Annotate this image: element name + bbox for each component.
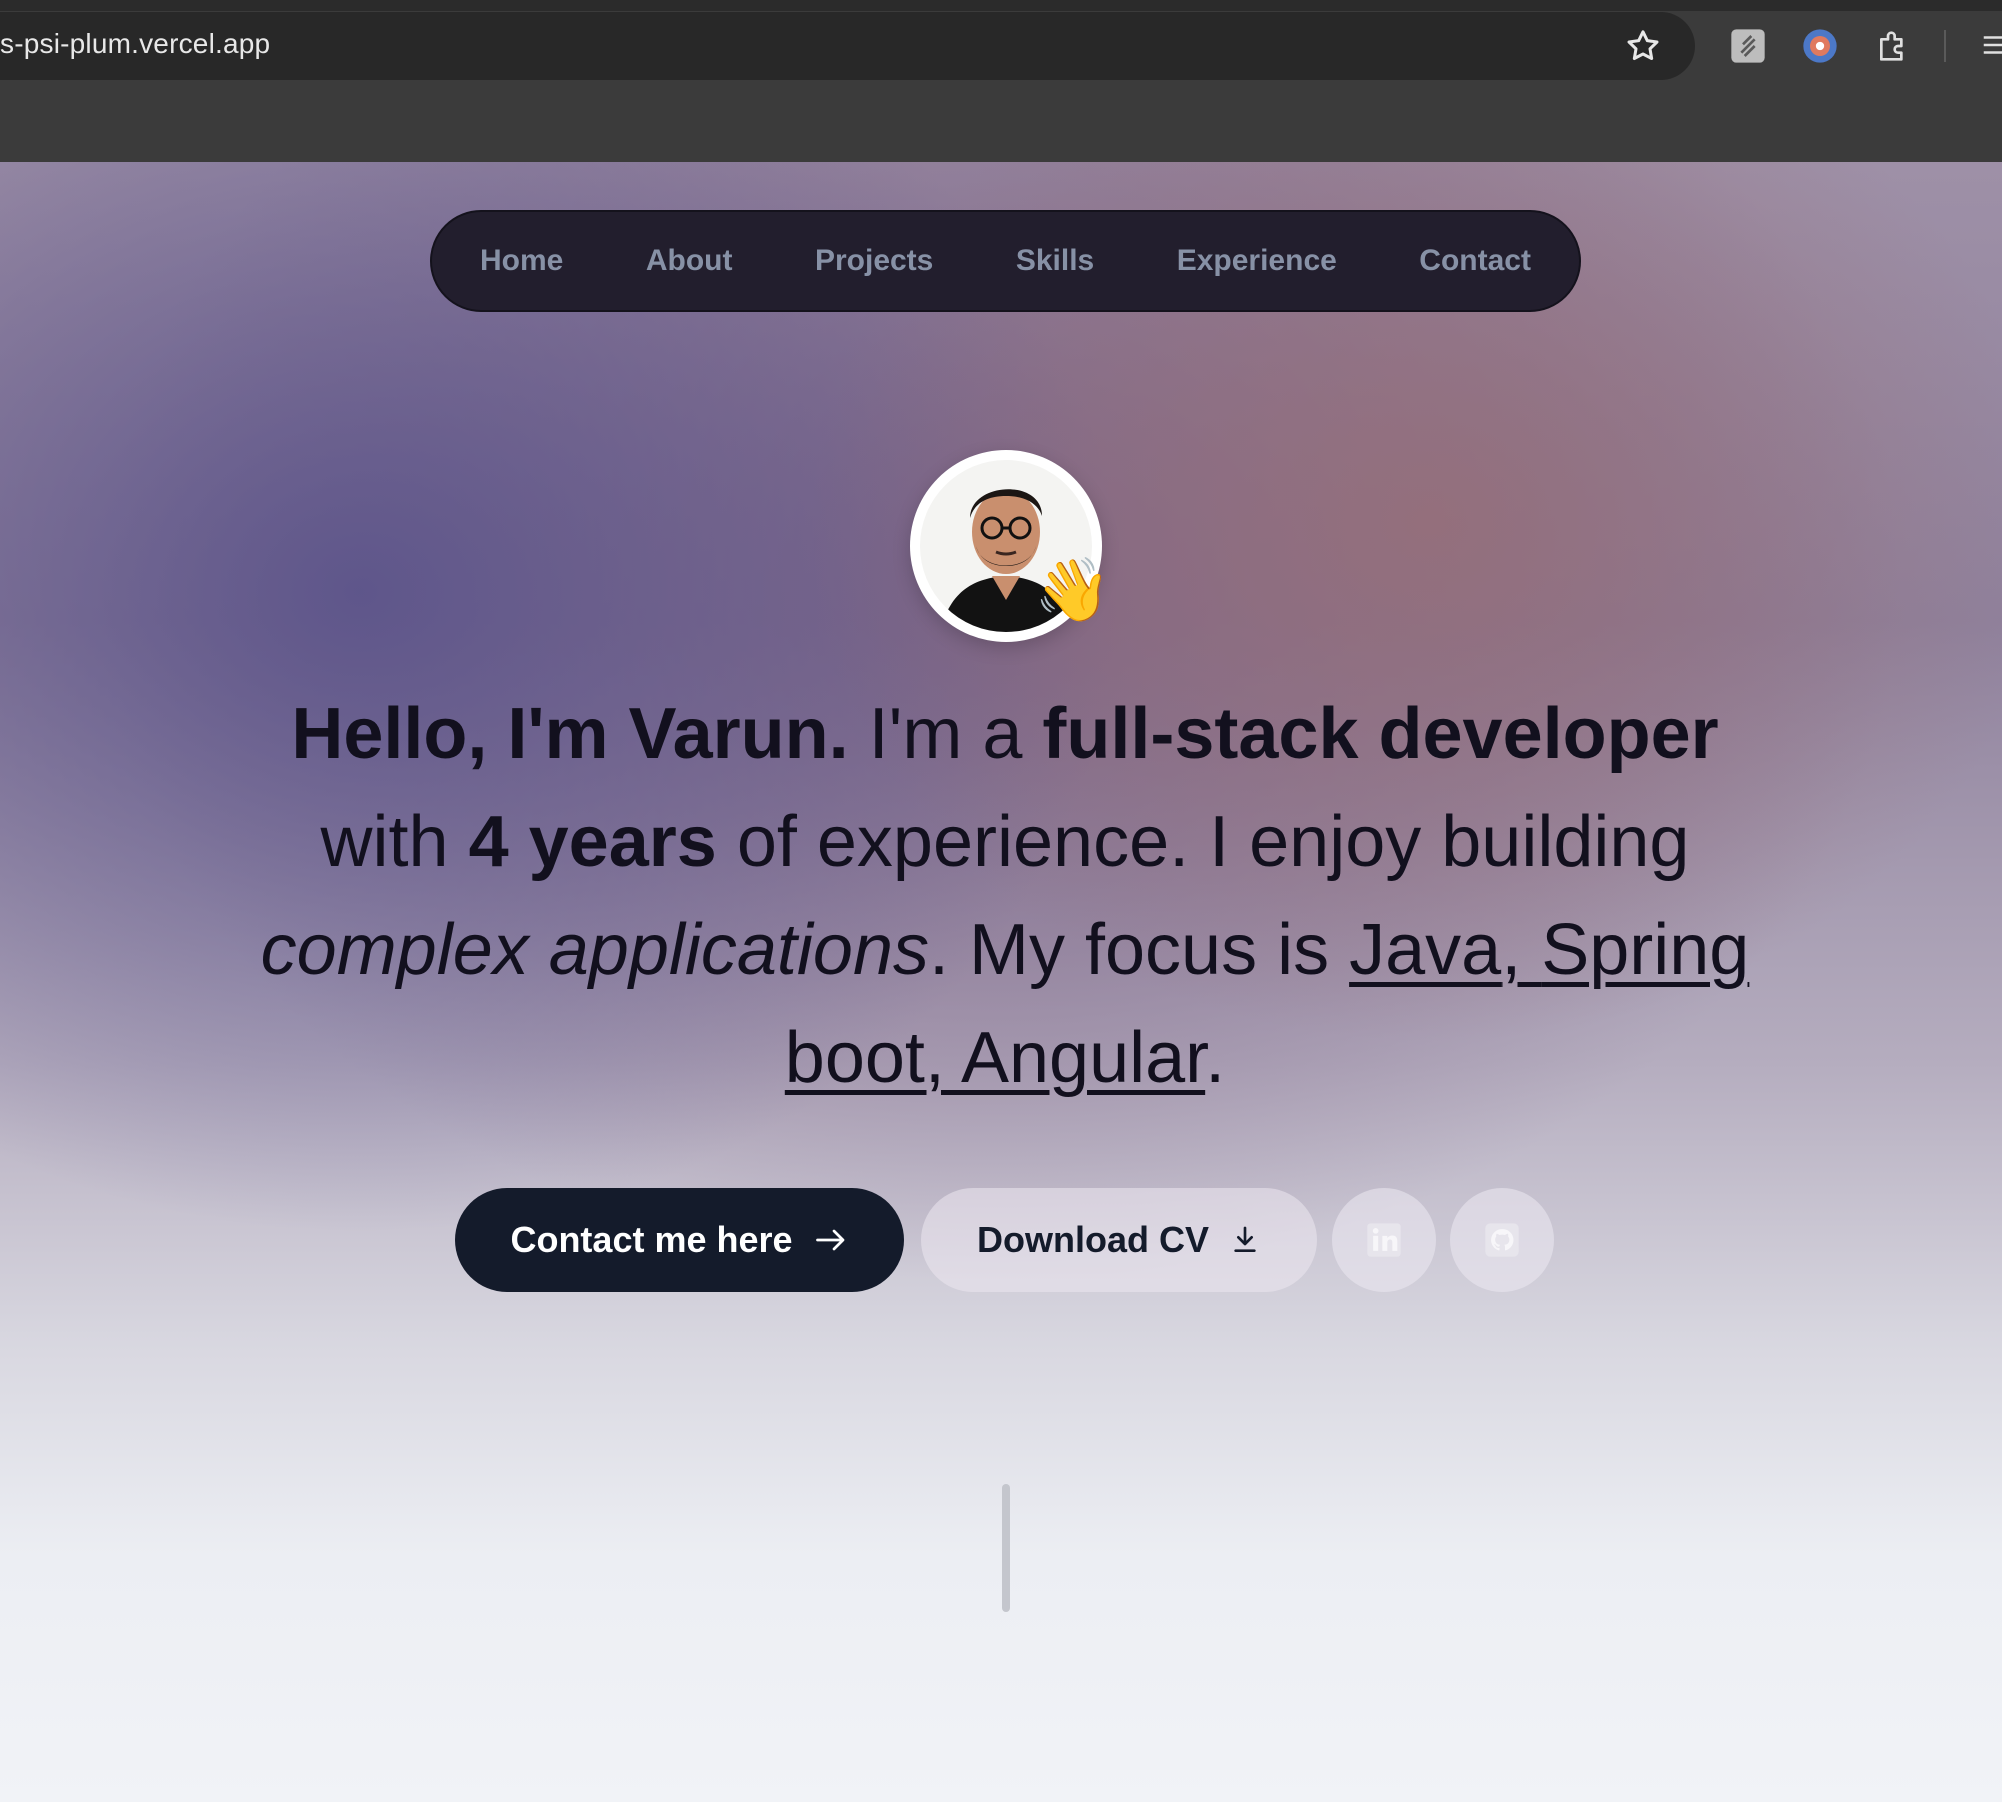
- years: 4 years: [468, 802, 717, 882]
- contact-me-button[interactable]: Contact me here: [455, 1188, 904, 1292]
- puzzle-icon[interactable]: [1873, 26, 1913, 66]
- role: full-stack developer: [1042, 694, 1719, 774]
- browser-chrome: s-psi-plum.vercel.app: [0, 0, 2002, 162]
- tech-java: Java: [1349, 910, 1502, 990]
- extension-color-icon[interactable]: [1800, 26, 1840, 66]
- intro-text-5: ,: [1501, 910, 1542, 990]
- tab-strip: [0, 0, 2002, 11]
- toolbar-divider: [1944, 30, 1946, 62]
- intro-text-2: with: [320, 802, 469, 882]
- star-icon[interactable]: [1623, 26, 1663, 66]
- contact-me-label: Contact me here: [510, 1219, 793, 1260]
- intro-text-1: I'm a: [848, 694, 1043, 774]
- intro-heading: Hello, I'm Varun. I'm a full-stack devel…: [220, 680, 1790, 1112]
- url-text[interactable]: s-psi-plum.vercel.app: [0, 28, 270, 60]
- nav-projects[interactable]: Projects: [815, 244, 933, 278]
- download-icon: [1234, 1226, 1256, 1252]
- address-bar[interactable]: s-psi-plum.vercel.app: [0, 12, 1695, 80]
- linkedin-button[interactable]: [1332, 1188, 1436, 1292]
- hero-section: Home About Projects Skills Experience Co…: [0, 162, 2002, 1802]
- download-cv-label: Download CV: [977, 1219, 1209, 1260]
- nav-contact[interactable]: Contact: [1419, 244, 1531, 278]
- greeting: Hello, I'm Varun.: [291, 694, 849, 774]
- nav-about[interactable]: About: [646, 244, 733, 278]
- focus-italic: complex applications: [260, 910, 930, 990]
- intro-text-4: . My focus is: [929, 910, 1350, 990]
- intro-text-6: .: [1205, 1018, 1226, 1098]
- nav-skills[interactable]: Skills: [1016, 244, 1094, 278]
- linkedin-icon: [1367, 1223, 1401, 1257]
- nav-experience[interactable]: Experience: [1177, 244, 1337, 278]
- nav-home[interactable]: Home: [480, 244, 563, 278]
- github-icon: [1485, 1223, 1519, 1257]
- menu-icon[interactable]: [1980, 30, 2002, 60]
- arrow-right-icon: [815, 1229, 844, 1251]
- scroll-indicator: [1002, 1484, 1010, 1612]
- intro-text-3: of experience. I enjoy building: [716, 802, 1690, 882]
- extension-note-icon[interactable]: [1728, 26, 1768, 66]
- download-cv-button[interactable]: Download CV: [921, 1188, 1317, 1292]
- main-nav: Home About Projects Skills Experience Co…: [430, 210, 1581, 312]
- github-button[interactable]: [1450, 1188, 1554, 1292]
- wave-emoji: 👋: [1034, 556, 1112, 625]
